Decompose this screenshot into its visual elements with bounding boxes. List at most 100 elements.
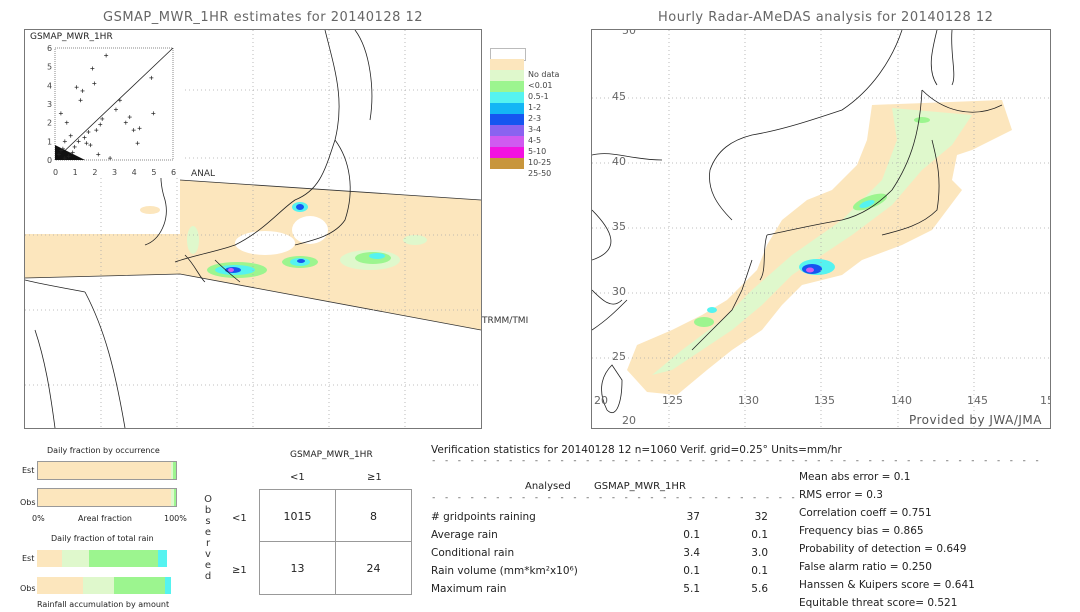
bar-segment — [82, 577, 115, 594]
scatter-y-tick: 3 — [47, 100, 52, 109]
lat-tick-label: 30 — [612, 285, 626, 298]
lon-tick-label: 135 — [814, 394, 835, 407]
observed-letter: r — [205, 538, 211, 549]
total-rain-footer: Rainfall accumulation by amount — [37, 600, 170, 609]
scatter-point — [92, 81, 97, 86]
observed-letter: e — [204, 527, 212, 538]
legend-swatch — [490, 114, 524, 125]
score-line: Probability of detection = 0.649 — [799, 543, 967, 555]
occurrence-title: Daily fraction by occurrence — [47, 446, 160, 455]
score-line: Correlation coeff = 0.751 — [799, 507, 932, 519]
scatter-point — [74, 85, 79, 90]
contingency-cell: 13 — [290, 562, 305, 575]
occurrence-obs-bar — [37, 488, 177, 507]
legend-swatch — [490, 147, 524, 158]
legend-label: 10-25 — [528, 158, 552, 167]
stat-model-value: 3.0 — [751, 547, 768, 559]
scatter-point — [62, 139, 67, 144]
scatter-point — [131, 128, 136, 133]
total-rain-obs-label: Obs — [20, 584, 36, 593]
scatter-x-tick: 1 — [73, 168, 78, 177]
contingency-row-header: ≥1 — [232, 565, 247, 576]
stat-row-label: Average rain — [431, 529, 498, 541]
scatter-point — [88, 143, 93, 148]
legend-label: No data — [528, 70, 560, 79]
scatter-point — [149, 75, 154, 80]
contingency-model-label: GSMAP_MWR_1HR — [290, 450, 373, 460]
bar-segment — [173, 489, 176, 506]
legend-swatch — [490, 70, 524, 81]
contingency-cell: 24 — [366, 562, 381, 575]
scatter-point — [96, 152, 101, 157]
right-map-title: Hourly Radar-AMeDAS analysis for 2014012… — [658, 10, 994, 25]
bar-segment — [61, 550, 90, 567]
stat-model-value: 5.6 — [751, 583, 768, 595]
anal-label: ANAL — [191, 169, 216, 179]
bar-segment — [173, 462, 176, 479]
col-analysed-header: Analysed — [525, 481, 571, 492]
divider: - - - - - - - - - - - - - - - - - - - - … — [431, 493, 810, 503]
bar-segment — [89, 550, 159, 567]
scatter-x-tick: 5 — [151, 168, 156, 177]
lon-tick-label: 125 — [662, 394, 683, 407]
contingency-col-header: ≥1 — [367, 472, 382, 483]
lat-tick-label: 45 — [612, 90, 626, 103]
scatter-y-tick: 1 — [47, 137, 52, 146]
bar-segment — [37, 550, 62, 567]
scatter-point — [76, 139, 81, 144]
total-rain-obs-bar — [37, 577, 175, 594]
swath-north — [180, 180, 481, 235]
scatter-x-tick: 6 — [171, 168, 176, 177]
score-line: Hanssen & Kuipers score = 0.641 — [799, 579, 975, 591]
legend-label: 2-3 — [528, 114, 542, 123]
legend-swatch — [490, 136, 524, 147]
scatter-point — [68, 133, 73, 138]
legend-swatch — [490, 81, 524, 92]
scatter-point — [90, 66, 95, 71]
legend-label: 5-10 — [528, 147, 547, 156]
verification-header: Verification statistics for 20140128 12 … — [431, 444, 842, 456]
contingency-table: 1015 8 13 24 — [259, 489, 412, 595]
lon-tick-label: 140 — [891, 394, 912, 407]
scatter-y-tick: 0 — [47, 156, 52, 165]
scatter-point — [117, 98, 122, 103]
stat-analysed-value: 0.1 — [683, 529, 700, 541]
scatter-point — [80, 88, 85, 93]
total-rain-title: Daily fraction of total rain — [51, 534, 154, 543]
legend-label: 25-50 — [528, 169, 552, 178]
contingency-col-header: <1 — [290, 472, 305, 483]
scatter-point — [82, 135, 87, 140]
observed-letter: b — [204, 505, 212, 516]
legend-swatch — [490, 92, 524, 103]
scatter-point — [98, 122, 103, 127]
scatter-inset: GSMAP_MWR_1HR 00112233445566 — [25, 30, 185, 178]
scatter-point — [64, 120, 69, 125]
bar-segment — [37, 577, 83, 594]
scatter-point — [127, 115, 132, 120]
stat-model-value: 0.1 — [751, 529, 768, 541]
scatter-point — [151, 111, 156, 116]
lon-tick-label: 145 — [967, 394, 988, 407]
legend-label: 0.5-1 — [528, 92, 549, 101]
contingency-row-header: <1 — [232, 513, 247, 524]
scatter-y-tick: 4 — [47, 81, 52, 90]
lat-tick-label: 40 — [612, 155, 626, 168]
bar-segment — [38, 489, 172, 506]
scatter-point — [78, 98, 83, 103]
score-line: False alarm ratio = 0.250 — [799, 561, 932, 573]
legend-swatch — [490, 59, 524, 70]
lat-tick-label: 35 — [612, 220, 626, 233]
stat-row-label: Conditional rain — [431, 547, 515, 559]
legend-label: 4-5 — [528, 136, 542, 145]
stat-model-value: 32 — [754, 511, 768, 523]
score-line: Frequency bias = 0.865 — [799, 525, 924, 537]
occurrence-axis-left: 0% — [32, 514, 45, 523]
right-map-canvas — [592, 30, 1050, 428]
lat-tick-label: 25 — [612, 350, 626, 363]
scatter-y-tick: 5 — [47, 63, 52, 72]
stat-row-label: Maximum rain — [431, 583, 507, 595]
divider: - - - - - - - - - - - - - - - - - - - - … — [431, 456, 1041, 466]
occurrence-obs-label: Obs — [20, 498, 36, 507]
scatter-point — [84, 141, 89, 146]
right-map-panel: 45 40 35 30 25 125 130 135 140 145 15 20 20 50 Pr… — [591, 29, 1051, 429]
